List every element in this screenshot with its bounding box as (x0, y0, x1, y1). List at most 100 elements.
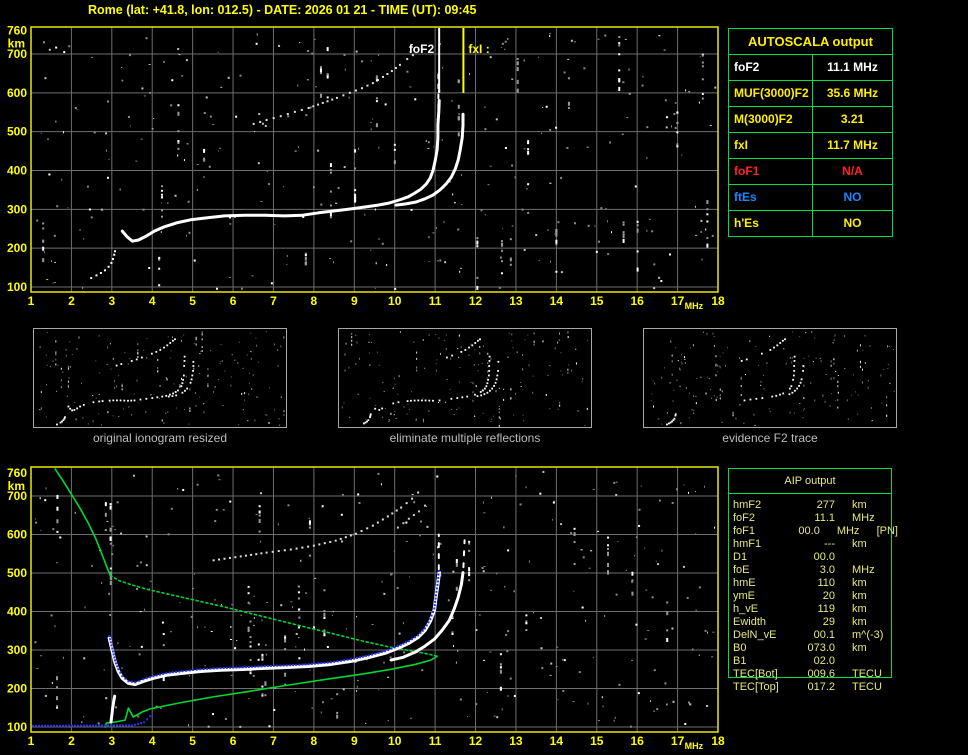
aip-label: ymE (733, 590, 755, 602)
aip-note (894, 668, 898, 681)
aip-unit (835, 655, 894, 668)
thumbnail-eliminate-reflections (338, 328, 592, 428)
aip-value: 11.1 (814, 512, 835, 524)
y-tick-label: 500 (7, 566, 27, 580)
autoscala-table-title: AUTOSCALA output (729, 29, 892, 55)
x-axis-unit-label: MHz (685, 741, 704, 751)
x-tick-label: 7 (270, 734, 277, 748)
x-tick-label: 7 (270, 294, 277, 308)
x-tick-label: 3 (108, 734, 115, 748)
autoscala-row-label: fxI (729, 133, 813, 158)
marker-label: fxI : (468, 42, 489, 56)
y-tick-label: 400 (7, 164, 27, 178)
aip-value: 017.2 (807, 681, 835, 693)
x-tick-label: 12 (469, 294, 483, 308)
thumbnail-eliminate-reflections-image (341, 331, 588, 427)
aip-label: D1 (733, 551, 748, 563)
aip-row-foE: foE 3.0 MHz (728, 564, 898, 577)
aip-unit: MHz (836, 525, 860, 537)
x-tick-label: 2 (68, 734, 75, 748)
y-tick-label: 400 (7, 605, 27, 619)
aip-unit: m^(-3) (852, 629, 884, 641)
aip-unit: TECU (852, 668, 882, 680)
x-tick-label: 4 (149, 294, 156, 308)
aip-unit (835, 551, 894, 564)
bottom-ionogram-chart: 1 2 3 4 5 6 7 8 9 10 11 12 13 14 15 16 17 181002003004005… (7, 466, 725, 751)
aip-unit: km (852, 616, 867, 628)
x-tick-label: 13 (509, 734, 523, 748)
series-second-hop (212, 491, 420, 562)
y-tick-label: 760 (7, 466, 27, 480)
autoscala-row-label: M(3000)F2 (729, 107, 813, 132)
y-axis-unit-label: km (8, 479, 25, 493)
x-tick-label: 12 (469, 734, 483, 748)
x-tick-label: 6 (230, 734, 237, 748)
x-tick-label: 10 (388, 294, 402, 308)
autoscala-row-label: foF2 (729, 55, 813, 80)
aip-row-foF2: foF2 11.1 MHz (728, 512, 898, 525)
aip-note (894, 642, 898, 655)
aip-row-hmE: hmE 110 km (728, 577, 898, 590)
autoscala-output-screen: Rome (lat: +41.8, lon: 012.5) - DATE: 20… (0, 0, 968, 755)
autoscala-table: AUTOSCALA output foF2 11.1 MHz MUF(3000)F2… (728, 28, 893, 237)
aip-row-ymE: ymE 20 km (728, 590, 898, 603)
x-tick-label: 15 (590, 734, 604, 748)
aip-row-Ewidth: Ewidth 29 km (728, 616, 898, 629)
autoscala-row-hEs: h'Es NO (729, 211, 892, 236)
aip-label: hmF1 (733, 538, 762, 550)
aip-unit: km (852, 590, 867, 602)
y-tick-label: 100 (7, 720, 27, 734)
thumbnail-caption-original: original ionogram resized (92, 431, 228, 445)
thumb-series-F2-ordinary (743, 355, 796, 402)
page-title: Rome (lat: +41.8, lon: 012.5) - DATE: 20… (88, 3, 477, 17)
aip-label: TEC[Bot] (733, 668, 778, 680)
autoscala-row-value: NO (843, 190, 862, 204)
aip-unit: km (852, 577, 867, 589)
series-x-asymptote-dashes (462, 539, 466, 569)
aip-label: h_vE (733, 603, 759, 615)
thumb-series-E-trace (363, 413, 372, 425)
autoscala-row-value: N/A (842, 164, 863, 178)
aip-unit: km (852, 538, 867, 550)
x-tick-label: 17 (671, 294, 685, 308)
autoscala-row-label: h'Es (729, 211, 813, 236)
y-tick-label: 600 (7, 528, 27, 542)
aip-note (894, 564, 898, 577)
aip-value: 110 (817, 577, 835, 589)
autoscala-row-foF2: foF2 11.1 MHz (729, 55, 892, 81)
aip-note: [PN] (876, 525, 898, 537)
series-second-hop (252, 54, 414, 125)
thumb-series-second-hop (740, 338, 786, 362)
aip-row-hvE: h_vE 119 km (728, 603, 898, 616)
series-profile-topside (54, 468, 111, 577)
aip-value: 00.0 (813, 551, 835, 563)
thumb-series-F2-ordinary (67, 355, 186, 412)
aip-note (894, 551, 898, 564)
autoscala-row-label: ftEs (729, 185, 813, 210)
y-tick-label: 200 (7, 241, 27, 255)
autoscala-row-M3000F2: M(3000)F2 3.21 (729, 107, 892, 133)
aip-note (894, 616, 898, 629)
series-scaled-F2-blue (108, 570, 440, 684)
aip-label: foE (733, 564, 750, 576)
aip-note (894, 629, 898, 642)
aip-row-D1: D1 00.0 (728, 551, 898, 564)
aip-row-hmF1: hmF1 --- km (728, 538, 898, 551)
x-tick-label: 2 (68, 294, 75, 308)
aip-row-foF1: foF1 00.0 MHz [PN] (728, 525, 898, 538)
x-tick-label: 4 (149, 734, 156, 748)
y-tick-label: 760 (7, 24, 27, 38)
thumbnail-original-ionogram (33, 328, 287, 428)
thumbnail-original-ionogram-image (39, 331, 285, 426)
y-tick-label: 300 (7, 202, 27, 216)
autoscala-row-ftEs: ftEs NO (729, 185, 892, 211)
autoscala-row-value: NO (843, 216, 862, 230)
autoscala-row-MUF3000F2: MUF(3000)F2 35.6 MHz (729, 81, 892, 107)
aip-unit: km (852, 499, 867, 511)
y-tick-label: 100 (7, 280, 27, 294)
x-tick-label: 9 (351, 294, 358, 308)
plot-frame (30, 26, 719, 293)
marker-label: foF2 (409, 42, 435, 56)
aip-value: 00.1 (813, 629, 835, 641)
autoscala-row-value: 11.7 MHz (827, 138, 878, 152)
